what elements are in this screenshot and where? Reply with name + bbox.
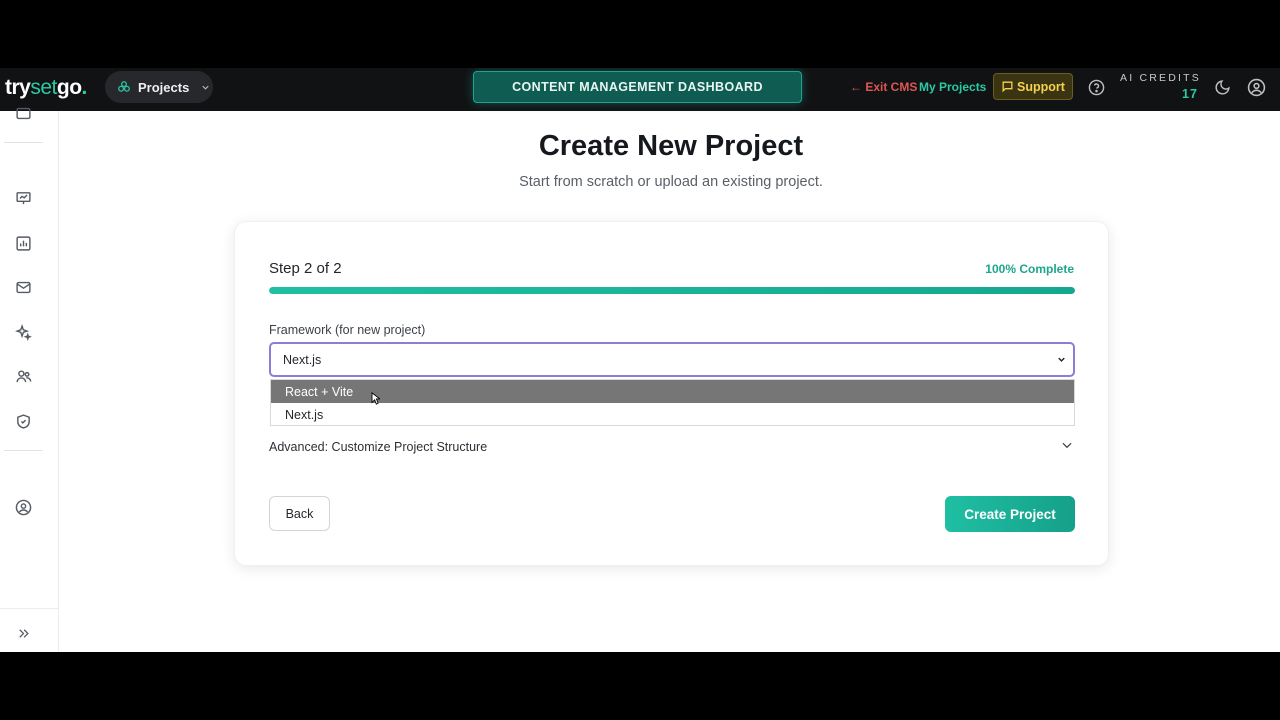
back-button[interactable]: Back bbox=[269, 496, 330, 531]
app-frame: trysetgo. Projects CONTENT MANAGEMENT DA… bbox=[0, 68, 1280, 652]
chat-icon bbox=[1002, 81, 1013, 93]
help-icon[interactable] bbox=[1088, 79, 1105, 96]
chevron-down-icon bbox=[202, 85, 209, 90]
sparkles-icon[interactable] bbox=[15, 324, 32, 341]
progress-percent-label: 100% Complete bbox=[985, 262, 1074, 276]
bar-chart-icon[interactable] bbox=[15, 235, 32, 252]
create-project-card: Step 2 of 2 100% Complete Framework (for… bbox=[234, 221, 1109, 566]
ai-credits-label: AI CREDITS bbox=[1120, 72, 1201, 84]
exit-cms-link[interactable]: ← Exit CMS bbox=[850, 80, 917, 94]
users-icon[interactable] bbox=[15, 368, 32, 385]
page-title: Create New Project bbox=[538, 130, 804, 162]
presentation-icon[interactable] bbox=[15, 190, 32, 207]
framework-label: Framework (for new project) bbox=[269, 323, 426, 337]
top-navigation-bar: trysetgo. Projects CONTENT MANAGEMENT DA… bbox=[0, 68, 1280, 111]
shield-check-icon[interactable] bbox=[15, 413, 32, 430]
ai-credits-value: 17 bbox=[1182, 87, 1198, 101]
support-button[interactable]: Support bbox=[993, 73, 1073, 100]
dropdown-option-react-vite[interactable]: React + Vite bbox=[271, 380, 1074, 403]
sidebar bbox=[0, 107, 59, 652]
advanced-structure-toggle[interactable]: Advanced: Customize Project Structure bbox=[269, 440, 487, 454]
logo-dot: . bbox=[81, 76, 88, 99]
user-account-icon[interactable] bbox=[1247, 78, 1266, 97]
step-indicator: Step 2 of 2 bbox=[269, 260, 342, 277]
chevron-down-icon bbox=[1058, 357, 1065, 362]
folder-icon[interactable] bbox=[15, 105, 32, 122]
sidebar-divider bbox=[4, 450, 43, 451]
projects-label: Projects bbox=[138, 79, 190, 95]
progress-bar bbox=[269, 287, 1075, 294]
logo-text-set: set bbox=[30, 76, 57, 99]
mail-icon[interactable] bbox=[15, 279, 32, 296]
user-circle-icon[interactable] bbox=[15, 499, 32, 516]
dropdown-option-nextjs[interactable]: Next.js bbox=[271, 403, 1074, 426]
create-project-button[interactable]: Create Project bbox=[945, 496, 1075, 532]
progress-bar-fill bbox=[269, 287, 1075, 294]
cms-dashboard-banner: CONTENT MANAGEMENT DASHBOARD bbox=[473, 71, 802, 103]
trysetgo-logo[interactable]: trysetgo. bbox=[5, 76, 87, 100]
moon-icon[interactable] bbox=[1214, 79, 1231, 96]
chevron-down-icon[interactable] bbox=[1060, 438, 1074, 452]
support-label: Support bbox=[1017, 79, 1065, 94]
projects-menu-button[interactable]: Projects bbox=[105, 71, 213, 103]
framework-dropdown-list: React + Vite Next.js bbox=[270, 379, 1075, 426]
framework-selected-value: Next.js bbox=[283, 352, 322, 367]
my-projects-link[interactable]: My Projects bbox=[919, 80, 986, 94]
logo-text-try: try bbox=[5, 76, 31, 99]
sidebar-bottom-divider bbox=[0, 608, 59, 609]
framework-select[interactable]: Next.js bbox=[269, 342, 1075, 377]
page-subtitle: Start from scratch or upload an existing… bbox=[519, 174, 823, 190]
expand-sidebar-icon[interactable] bbox=[16, 626, 31, 641]
logo-text-go: go bbox=[56, 76, 82, 99]
mouse-cursor-icon bbox=[371, 392, 380, 405]
projects-icon bbox=[118, 81, 130, 92]
